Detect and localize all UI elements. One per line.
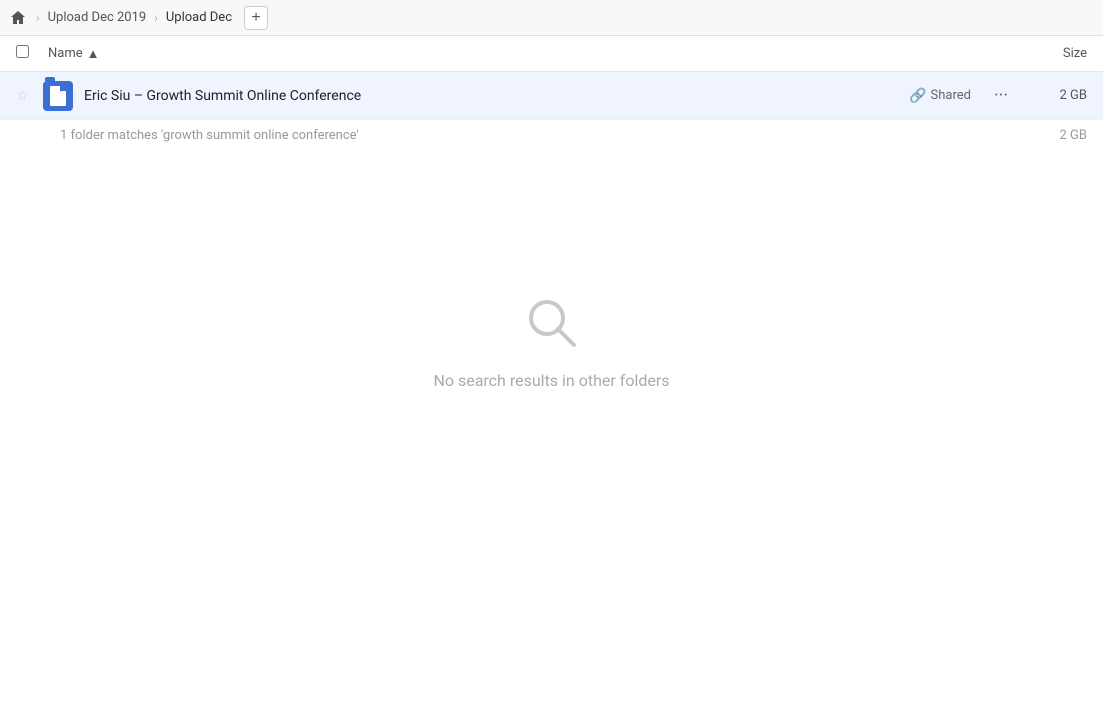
breadcrumb-chevron-2: ›	[154, 11, 158, 25]
link-icon: 🔗	[909, 88, 926, 104]
match-info-row: 1 folder matches 'growth summit online c…	[0, 120, 1103, 151]
file-row[interactable]: ☆ Eric Siu – Growth Summit Online Confer…	[0, 72, 1103, 120]
breadcrumb-bar: › Upload Dec 2019 › Upload Dec +	[0, 0, 1103, 36]
size-column-header[interactable]: Size	[1007, 46, 1087, 61]
star-icon[interactable]: ☆	[16, 88, 36, 104]
add-tab-button[interactable]: +	[244, 6, 268, 30]
doc-icon	[50, 86, 66, 106]
empty-search-icon	[520, 291, 584, 355]
file-name: Eric Siu – Growth Summit Online Conferen…	[84, 88, 909, 104]
folder-icon	[43, 81, 73, 111]
folder-icon-wrapper	[42, 80, 74, 112]
more-options-button[interactable]: ···	[987, 82, 1015, 110]
shared-label: Shared	[931, 88, 971, 103]
file-size: 2 GB	[1027, 88, 1087, 103]
empty-message: No search results in other folders	[433, 371, 669, 390]
breadcrumb-upload-dec[interactable]: Upload Dec	[162, 8, 236, 27]
sort-indicator: ▲	[87, 46, 100, 62]
size-label: Size	[1063, 46, 1087, 61]
name-label: Name	[48, 46, 83, 61]
breadcrumb-chevron-1: ›	[36, 11, 40, 25]
shared-badge: 🔗 Shared	[909, 88, 971, 104]
checkbox-input[interactable]	[16, 45, 29, 58]
match-size: 2 GB	[1060, 128, 1088, 143]
match-text: 1 folder matches 'growth summit online c…	[60, 128, 359, 143]
column-header-row: Name ▲ Size	[0, 36, 1103, 72]
home-button[interactable]	[8, 8, 28, 28]
breadcrumb-upload-dec-2019[interactable]: Upload Dec 2019	[44, 8, 151, 27]
select-all-checkbox[interactable]	[16, 45, 40, 62]
empty-state: No search results in other folders	[0, 291, 1103, 390]
name-column-header[interactable]: Name ▲	[48, 46, 1007, 62]
